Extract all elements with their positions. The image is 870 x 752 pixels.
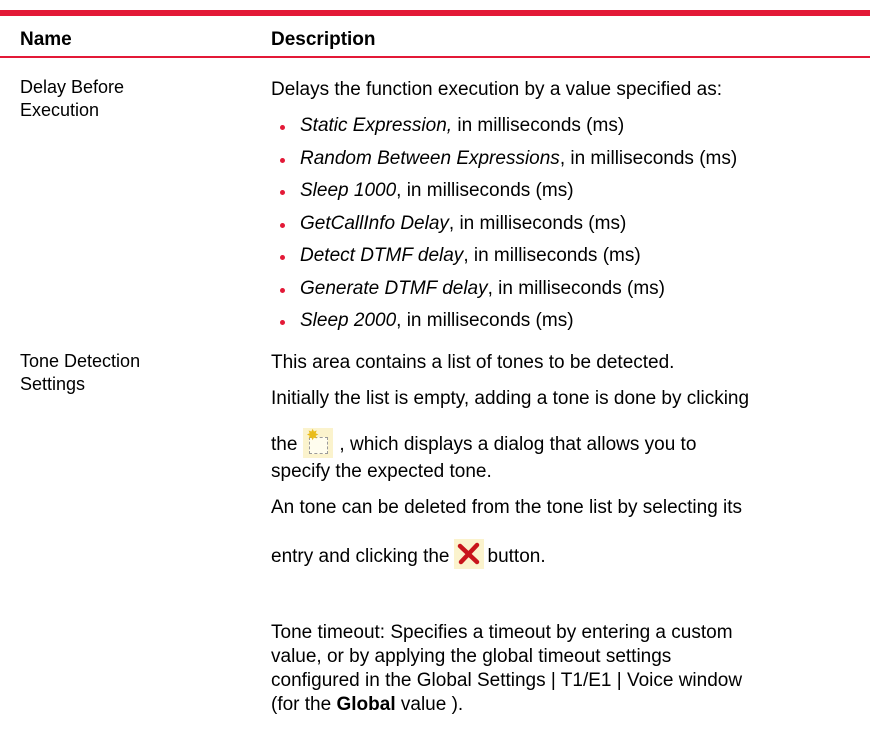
option-unit: , in milliseconds (ms): [448, 212, 627, 234]
text-fragment: (for the: [271, 694, 332, 715]
global-value-label: Global: [336, 694, 396, 715]
option-term: GetCallInfo Delay: [300, 212, 449, 234]
text-fragment: value ).: [395, 694, 464, 715]
text-fragment: entry and clicking the: [271, 546, 450, 567]
column-header-description: Description: [271, 29, 376, 50]
option-term: Random Between Expressions: [300, 147, 560, 169]
tone-timeout-line: value, or by applying the global timeout…: [271, 646, 672, 667]
row-name-line: Delay Before: [20, 77, 125, 97]
column-header-name: Name: [20, 29, 72, 50]
bullet-icon: [280, 157, 285, 163]
text-fragment: button.: [487, 546, 546, 567]
list-item: Sleep 2000, in milliseconds (ms): [280, 307, 737, 340]
sparkle-icon: ✸: [306, 427, 319, 444]
delete-tone-icon[interactable]: [453, 539, 484, 569]
tone-timeout-line: Tone timeout: Specifies a timeout by ent…: [271, 622, 733, 643]
table-top-rule: [0, 10, 870, 16]
option-unit: , in milliseconds (ms): [463, 245, 641, 266]
list-item: Detect DTMF delay, in milliseconds (ms): [280, 242, 737, 275]
add-tone-icon[interactable]: ✸: [303, 427, 334, 458]
tone-delete-text: An tone can be deleted from the tone lis…: [271, 497, 743, 518]
bullet-icon: [280, 190, 285, 195]
row-name-delay-before-execution: Delay Before Execution: [20, 76, 124, 122]
tone-add-instruction: the ✸ , which displays a dialog that allow…: [271, 428, 696, 458]
option-unit: , in milliseconds (ms): [559, 147, 738, 169]
delay-options-list: Static Expression, in milliseconds (ms) …: [280, 112, 737, 340]
option-term: Generate DTMF delay: [300, 277, 488, 299]
option-unit: , in milliseconds (ms): [396, 180, 574, 201]
option-unit: , in milliseconds (ms): [396, 310, 574, 331]
bullet-icon: [280, 125, 285, 130]
option-unit: , in milliseconds (ms): [487, 277, 665, 299]
option-unit: in milliseconds (ms): [452, 115, 625, 136]
document-page: Name Description Delay Before Execution …: [0, 0, 870, 752]
option-term: Static Expression,: [300, 115, 453, 136]
list-item: Generate DTMF delay, in milliseconds (ms…: [280, 275, 737, 308]
list-item: GetCallInfo Delay, in milliseconds (ms): [280, 210, 737, 243]
tone-timeout-line: configured in the Global Settings | T1/E…: [271, 670, 743, 691]
option-term: Detect DTMF delay: [300, 245, 464, 266]
list-item: Random Between Expressions, in milliseco…: [280, 145, 737, 178]
bullet-icon: [280, 222, 285, 228]
option-term: Sleep 2000: [300, 310, 397, 331]
bullet-icon: [280, 255, 285, 260]
tone-empty-list-text: Initially the list is empty, adding a to…: [271, 388, 750, 409]
list-item: Static Expression, in milliseconds (ms): [280, 112, 737, 145]
text-fragment: the: [271, 434, 298, 455]
list-item: Sleep 1000, in milliseconds (ms): [280, 177, 737, 210]
tone-add-instruction-cont: specify the expected tone.: [271, 461, 492, 482]
header-rule: [0, 56, 870, 58]
tone-intro-text: This area contains a list of tones to be…: [271, 352, 675, 373]
tone-timeout-last-line: (for the Global value ).: [271, 693, 463, 717]
delay-intro-text: Delays the function execution by a value…: [271, 79, 722, 100]
bullet-icon: [280, 287, 285, 293]
x-mark-icon: [457, 542, 479, 565]
row-name-line: Execution: [20, 100, 100, 120]
row-name-line: Tone Detection: [20, 351, 141, 371]
text-fragment: , which displays a dialog that allows yo…: [339, 434, 697, 455]
row-name-line: Settings: [20, 374, 86, 394]
bullet-icon: [280, 320, 285, 325]
tone-delete-instruction: entry and clicking the button.: [271, 539, 546, 569]
row-name-tone-detection-settings: Tone Detection Settings: [20, 350, 140, 396]
option-term: Sleep 1000: [300, 180, 397, 201]
